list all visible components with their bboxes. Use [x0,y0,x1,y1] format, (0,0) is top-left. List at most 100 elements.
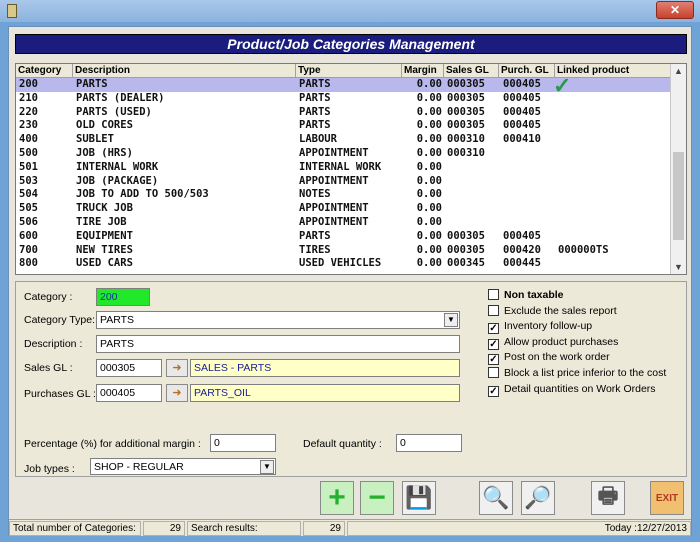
table-cell: 503 [19,174,38,187]
description-input[interactable]: PARTS [96,335,460,353]
table-cell: 000405 [503,78,541,90]
table-cell: 200 [19,78,38,90]
table-cell: 0.00 [416,215,442,228]
option-checkbox[interactable]: Exclude the sales report [488,304,617,317]
table-cell: APPOINTMENT [299,146,369,159]
table-cell: 000305 [447,105,485,118]
table-row[interactable]: 400 SUBLET LABOUR 0.00 000310 000410 [16,133,672,147]
grid-scrollbar[interactable]: ▲ ▼ [670,64,686,274]
checkbox-checked-icon[interactable]: ✓ [488,338,499,350]
table-row[interactable]: 800 USED CARS USED VEHICLES 0.00 000345 00044… [16,257,672,271]
column-margin[interactable]: Margin [402,64,444,78]
save-button[interactable]: 💾 [402,481,436,515]
table-row[interactable]: 200 PARTS PARTS 0.00 000305 000405 [16,78,672,92]
option-label: Block a list price inferior to the cost [504,367,667,379]
purchases-gl-lookup-icon[interactable]: ➜ [166,384,188,402]
margin-input[interactable]: 0 [210,434,276,452]
checkbox-checked-icon[interactable]: ✓ [488,323,499,335]
checkbox-checked-icon[interactable]: ✓ [488,385,499,397]
table-row[interactable]: 600 EQUIPMENT PARTS 0.00 000305 000405 [16,230,672,244]
table-cell: 0.00 [416,133,442,146]
option-checkbox[interactable]: ✓ Inventory follow-up [488,320,593,335]
table-cell: 0.00 [416,146,442,159]
column-description[interactable]: Description [73,64,296,78]
table-cell: 230 [19,119,38,132]
option-checkbox[interactable]: ✓ Detail quantities on Work Orders [488,383,656,397]
category-input[interactable]: 200 [96,288,150,306]
scroll-down-icon[interactable]: ▼ [671,260,686,274]
table-row[interactable]: 501 INTERNAL WORK INTERNAL WORK 0.00 [16,161,672,175]
scroll-thumb[interactable] [673,152,684,240]
search-button[interactable]: 🔎 [521,481,555,515]
column-type[interactable]: Type [296,64,402,78]
add-button[interactable]: + [320,481,354,515]
table-row[interactable]: 500 JOB (HRS) APPOINTMENT 0.00 000310 [16,147,672,161]
default-quantity-input[interactable]: 0 [396,434,462,452]
checkbox-checked-icon[interactable]: ✓ [488,354,499,366]
option-checkbox[interactable]: ✓ Post on the work order [488,351,610,366]
status-bar: Total number of Categories: 29 Search re… [9,519,691,536]
remove-button[interactable]: − [360,481,394,515]
table-cell: 0.00 [416,78,442,90]
chevron-down-icon[interactable]: ▼ [260,460,274,474]
table-cell: APPOINTMENT [299,202,369,215]
column-linked-product[interactable]: Linked product [555,64,672,78]
table-cell: 0.00 [416,119,442,132]
option-label: Inventory follow-up [504,320,593,333]
job-types-select[interactable]: SHOP - REGULAR ▼ [90,458,276,475]
table-cell: 000310 [447,146,485,159]
sales-gl-input[interactable]: 000305 [96,359,162,377]
total-categories-value: 29 [143,521,185,536]
chevron-down-icon[interactable]: ▼ [444,313,458,327]
table-row[interactable]: 700 NEW TIRES TIRES 0.00 000305 000420 000000T… [16,244,672,258]
table-cell: 000445 [503,257,541,270]
table-cell: 000405 [503,229,541,242]
job-types-value: SHOP - REGULAR [94,461,184,473]
exit-button[interactable]: EXIT [650,481,684,515]
checkbox-unchecked-icon[interactable] [488,367,499,378]
sales-gl-lookup-icon[interactable]: ➜ [166,359,188,377]
column-purch-gl[interactable]: Purch. GL [499,64,555,78]
today-date: Today :12/27/2013 [347,521,691,536]
window-titlebar: ✕ [0,0,700,22]
table-cell: INTERNAL WORK [299,160,382,173]
sales-gl-name: SALES - PARTS [190,359,460,377]
print-button[interactable]: 🖶 [591,481,625,515]
option-checkbox[interactable]: ✓ Allow product purchases [488,336,618,350]
default-quantity-label: Default quantity : [303,438,382,450]
table-cell: 000305 [447,229,485,242]
find-button[interactable]: 🔍 [479,481,513,515]
table-cell: 0.00 [416,91,442,104]
selected-check-icon: ✓ [553,73,572,98]
checkbox-unchecked-icon[interactable] [488,289,499,300]
table-row[interactable]: 210 PARTS (DEALER) PARTS 0.00 000305 000405 [16,92,672,106]
table-cell: LABOUR [299,133,337,146]
table-cell: 505 [19,202,38,215]
search-results-label: Search results: [187,521,301,536]
table-cell: 000305 [447,91,485,104]
table-cell: USED CARS [76,257,133,270]
table-row[interactable]: 220 PARTS (USED) PARTS 0.00 000305 000405 [16,106,672,120]
category-type-label: Category Type: [24,314,96,326]
option-checkbox[interactable]: Non taxable [488,289,564,301]
table-cell: 700 [19,243,38,256]
table-row[interactable]: 505 TRUCK JOB APPOINTMENT 0.00 [16,202,672,216]
purchases-gl-input[interactable]: 000405 [96,384,162,402]
table-cell: 000405 [503,91,541,104]
table-row[interactable]: 230 OLD CORES PARTS 0.00 000305 000405 [16,119,672,133]
column-sales-gl[interactable]: Sales GL [444,64,499,78]
table-cell: 504 [19,188,38,201]
column-category[interactable]: Category [16,64,73,78]
categories-grid[interactable]: Category Description Type Margin Sales G… [15,63,687,275]
close-button[interactable]: ✕ [656,1,694,19]
table-row[interactable]: 503 JOB (PACKAGE) APPOINTMENT 0.00 [16,175,672,189]
scroll-up-icon[interactable]: ▲ [671,64,686,78]
checkbox-unchecked-icon[interactable] [488,304,499,316]
search-results-value: 29 [303,521,345,536]
option-checkbox[interactable]: Block a list price inferior to the cost [488,367,666,379]
table-row[interactable]: 506 TIRE JOB APPOINTMENT 0.00 [16,216,672,230]
category-type-select[interactable]: PARTS ▼ [96,311,460,329]
table-row[interactable]: 504 JOB TO ADD TO 500/503 NOTES 0.00 [16,188,672,202]
table-cell: 0.00 [416,174,442,187]
table-cell: 0.00 [416,160,442,173]
